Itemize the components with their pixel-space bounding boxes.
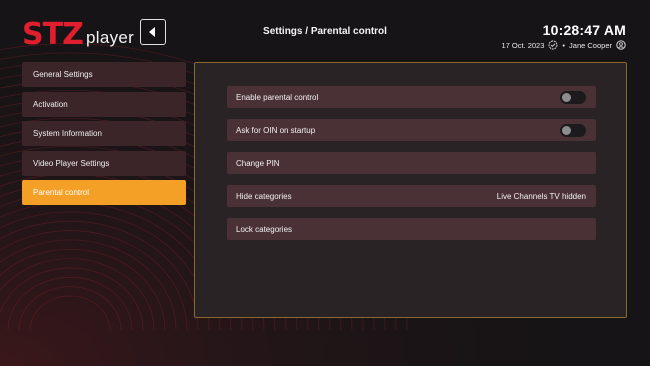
sidebar-item-label: Video Player Settings	[33, 158, 110, 168]
separator-dot: •	[562, 40, 566, 50]
page-title: Settings / Parental control	[263, 26, 387, 37]
hide-categories-value: Live Channels TV hidden	[496, 191, 586, 201]
sidebar-item-system-information[interactable]: System Information	[22, 121, 186, 146]
enable-parental-control-row[interactable]: Enable parental control	[227, 86, 596, 108]
row-label: Lock categories	[236, 224, 293, 234]
verified-badge-icon	[548, 40, 558, 50]
enable-parental-control-toggle[interactable]	[560, 90, 586, 104]
sidebar-item-label: System Information	[33, 129, 102, 138]
toggle-knob	[562, 92, 571, 102]
toggle-knob	[562, 125, 571, 135]
logo-mark: STZ	[22, 17, 84, 53]
sidebar-item-video-player-settings[interactable]: Video Player Settings	[22, 150, 186, 176]
app-logo: STZ player	[22, 18, 134, 52]
row-label: Enable parental control	[236, 92, 319, 102]
back-button[interactable]	[140, 19, 166, 45]
back-arrow-icon	[149, 27, 155, 37]
sidebar-item-general-settings[interactable]: General Settings	[22, 62, 186, 87]
sidebar-item-activation[interactable]: Activation	[22, 91, 186, 117]
sidebar-item-label: General Settings	[33, 70, 93, 79]
lock-categories-row[interactable]: Lock categories	[227, 218, 596, 240]
settings-sidebar: General Settings Activation System Infor…	[22, 62, 186, 210]
ask-pin-on-startup-toggle[interactable]	[560, 123, 586, 137]
date-label: 17 Oct. 2023	[501, 40, 545, 50]
sidebar-item-label: Parental control	[33, 188, 90, 197]
sidebar-item-label: Activation	[33, 99, 68, 109]
row-label: Change PIN	[236, 158, 280, 168]
row-label: Hide categories	[236, 191, 292, 201]
status-meta: 17 Oct. 2023 • Jane Cooper	[501, 40, 626, 50]
row-label: Ask for OIN on startup	[236, 125, 316, 135]
logo-wordmark: player	[86, 28, 135, 47]
sidebar-item-parental-control[interactable]: Parental control	[22, 180, 186, 205]
clock-time: 10:28:47 AM	[542, 22, 626, 38]
change-pin-row[interactable]: Change PIN	[227, 152, 596, 174]
logo-letters: STZ	[22, 17, 84, 52]
hide-categories-row[interactable]: Hide categories Live Channels TV hidden	[227, 185, 596, 207]
parental-control-panel: Enable parental control Ask for OIN on s…	[194, 62, 627, 318]
user-circle-icon[interactable]	[616, 40, 626, 50]
ask-pin-on-startup-row[interactable]: Ask for OIN on startup	[227, 119, 596, 141]
user-name: Jane Cooper	[569, 40, 612, 50]
